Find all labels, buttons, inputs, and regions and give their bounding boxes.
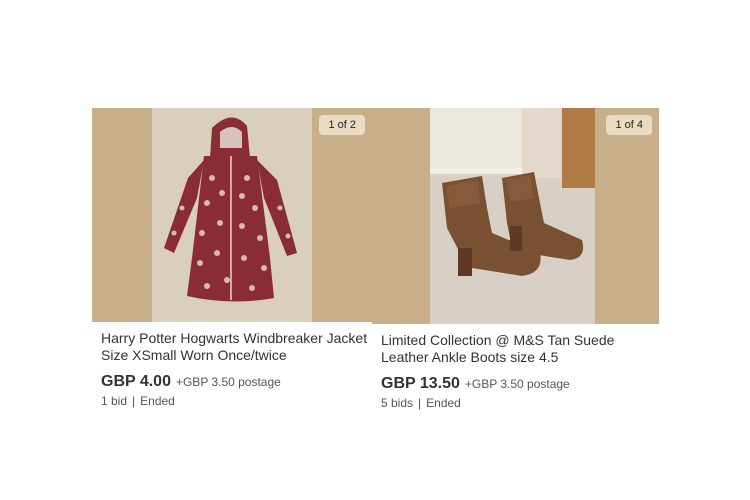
- listing-price: GBP 4.00: [101, 373, 171, 390]
- listing-status: Ended: [140, 394, 175, 408]
- image-counter-badge: 1 of 4: [606, 115, 652, 135]
- listing-image-boots[interactable]: 1 of 4: [372, 108, 659, 324]
- listing-meta: 1 bid | Ended: [101, 394, 372, 408]
- listing-meta: 5 bids | Ended: [381, 396, 659, 410]
- boots-photo: [372, 108, 659, 324]
- jacket-photo: [92, 108, 372, 322]
- listing-image-jacket[interactable]: 1 of 2: [92, 108, 372, 322]
- postage-cost: +GBP 3.50 postage: [464, 377, 570, 391]
- listing-title[interactable]: Harry Potter Hogwarts Windbreaker Jacket…: [101, 330, 371, 364]
- listing-status: Ended: [426, 396, 461, 410]
- postage-cost: +GBP 3.50 postage: [175, 375, 281, 389]
- bid-count: 5 bids: [381, 396, 414, 410]
- listing-card-jacket[interactable]: 1 of 2 Harry Potter Hogwarts Windbreaker…: [92, 108, 372, 408]
- price-row: GBP 13.50 +GBP 3.50 postage: [381, 375, 659, 393]
- meta-separator: |: [132, 394, 136, 408]
- meta-separator: |: [418, 396, 422, 410]
- listing-card-boots[interactable]: 1 of 4 Limited Collection @ M&S Tan Sued…: [372, 108, 659, 410]
- listing-title[interactable]: Limited Collection @ M&S Tan Suede Leath…: [381, 332, 651, 366]
- listing-price: GBP 13.50: [381, 375, 460, 392]
- price-row: GBP 4.00 +GBP 3.50 postage: [101, 373, 372, 391]
- bid-count: 1 bid: [101, 394, 128, 408]
- image-counter-badge: 1 of 2: [319, 115, 365, 135]
